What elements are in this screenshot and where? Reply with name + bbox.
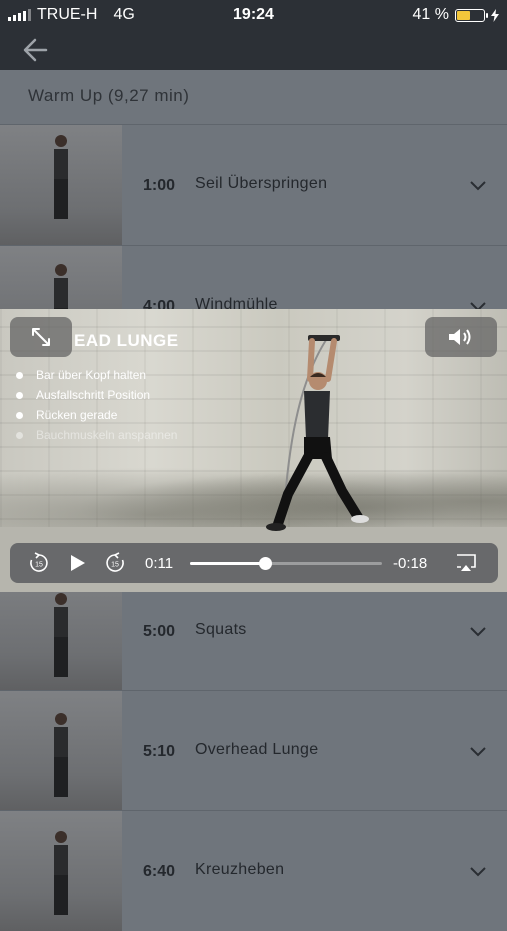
athlete-figure <box>266 335 369 531</box>
progress-slider[interactable] <box>190 557 382 570</box>
exercise-time: 5:10 <box>143 743 176 760</box>
nav-bar <box>0 30 507 70</box>
exercise-thumbnail <box>0 691 122 811</box>
chevron-down-icon[interactable] <box>468 180 488 192</box>
expand-icon <box>32 328 50 346</box>
exercise-time: 5:00 <box>143 623 176 640</box>
status-right: 41 % <box>413 6 499 24</box>
exercise-thumbnail <box>0 811 122 931</box>
exercise-name: Overhead Lunge <box>195 741 319 758</box>
battery-icon <box>455 8 488 22</box>
status-bar: TRUE-H 4G 19:24 41 % <box>0 0 507 30</box>
exercise-name: Squats <box>195 621 247 638</box>
battery-percent: 41 % <box>412 6 449 23</box>
section-title: Warm Up (9,27 min) <box>28 86 190 105</box>
cue-item: Bar über Kopf halten <box>16 365 177 385</box>
video-player[interactable]: EAD LUNGE Bar über Kopf halten Ausfallsc… <box>0 309 507 592</box>
cue-item: Ausfallschritt Position <box>16 385 177 405</box>
svg-text:15: 15 <box>35 562 43 569</box>
chevron-down-icon[interactable] <box>468 866 488 878</box>
speaker-icon <box>449 329 471 345</box>
exercise-item-4[interactable]: 5:10 Overhead Lunge <box>0 690 507 811</box>
sound-button[interactable] <box>425 317 497 357</box>
remaining-time: -0:18 <box>393 555 428 572</box>
play-icon[interactable] <box>66 552 88 574</box>
expand-button[interactable] <box>10 317 72 357</box>
elapsed-time: 0:11 <box>145 555 174 572</box>
exercise-item-1[interactable]: 1:00 Seil Überspringen <box>0 124 507 245</box>
chevron-down-icon[interactable] <box>468 626 488 638</box>
charging-bolt-icon <box>491 8 499 22</box>
arrow-left-icon[interactable] <box>20 34 52 66</box>
progress-played <box>190 562 265 565</box>
chevron-down-icon[interactable] <box>468 746 488 758</box>
forward-15-icon[interactable]: 15 <box>104 552 126 574</box>
exercise-name: Kreuzheben <box>195 861 285 878</box>
video-title: EAD LUNGE <box>74 331 179 350</box>
airplay-icon[interactable] <box>455 552 477 574</box>
exercise-item-5[interactable]: 6:40 Kreuzheben <box>0 810 507 931</box>
exercise-time: 6:40 <box>143 863 176 880</box>
svg-text:15: 15 <box>111 562 119 569</box>
exercise-name: Seil Überspringen <box>195 175 328 192</box>
exercise-time: 1:00 <box>143 177 176 194</box>
exercise-cues: Bar über Kopf halten Ausfallschritt Posi… <box>16 365 177 445</box>
rewind-15-icon[interactable]: 15 <box>28 552 50 574</box>
playback-controls: 15 15 0:11 -0:18 <box>10 543 498 583</box>
cue-item: Rücken gerade <box>16 405 177 425</box>
exercise-thumbnail <box>0 125 122 245</box>
cue-item: Bauchmuskeln anspannen <box>16 425 177 445</box>
progress-knob[interactable] <box>258 557 272 570</box>
